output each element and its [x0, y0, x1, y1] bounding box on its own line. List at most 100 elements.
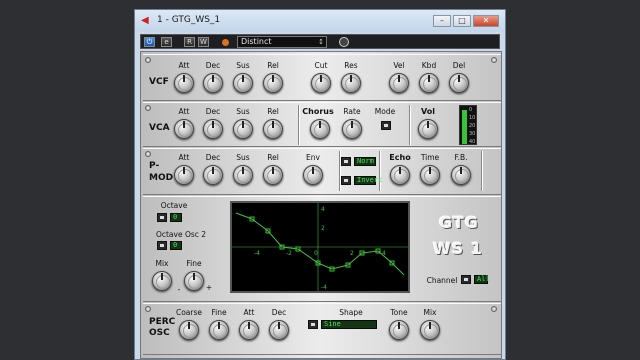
vca-sus-knob[interactable] — [233, 119, 253, 139]
perc-fine-knob[interactable] — [209, 320, 229, 340]
shape-display: Sine — [321, 320, 377, 329]
chorus-knob[interactable] — [310, 119, 330, 139]
fine-label: Fine — [186, 259, 202, 268]
echo-knob[interactable] — [390, 165, 410, 185]
preset-options-icon[interactable] — [339, 37, 349, 47]
pmod-dec-knob[interactable] — [203, 165, 223, 185]
vcf-cut-label: Cut — [314, 61, 328, 70]
perc-mix-knob[interactable] — [420, 320, 440, 340]
preset-name: Distinct — [241, 37, 272, 46]
vca-rel-knob[interactable] — [263, 119, 283, 139]
mode-switch[interactable] — [381, 121, 391, 130]
logo-line2: WS 1 — [433, 239, 483, 258]
preset-arrows-icon[interactable]: ↕ — [318, 37, 324, 47]
perc-fine-label: Fine — [211, 308, 227, 317]
pmod-sus-label: Sus — [236, 153, 250, 162]
norm-display: Norm — [354, 157, 376, 166]
meter-tick: 30 — [469, 131, 476, 137]
rate-knob[interactable] — [342, 119, 362, 139]
vcf-cut-knob[interactable] — [311, 73, 331, 93]
perc-label: PERC — [149, 317, 176, 327]
vcf-res-knob[interactable] — [341, 73, 361, 93]
perc-dec-knob[interactable] — [269, 320, 289, 340]
close-button[interactable]: ✕ — [473, 15, 499, 27]
pmod-section: P- MOD Norm Invert Echo Time F.B. Att Dec… — [143, 148, 501, 195]
tick-label: -4 — [321, 284, 327, 291]
octave-switch[interactable] — [157, 213, 167, 222]
write-automation-button[interactable]: W — [198, 37, 209, 47]
read-automation-button[interactable]: R — [184, 37, 195, 47]
vcf-vel-knob[interactable] — [389, 73, 409, 93]
octave-osc2-display: 0 — [170, 241, 182, 250]
osc-label: OSC — [149, 328, 170, 338]
screw-icon — [491, 57, 497, 63]
vcf-rel-knob[interactable] — [263, 73, 283, 93]
vcf-del-knob[interactable] — [449, 73, 469, 93]
fine-minus-label: - — [177, 285, 181, 294]
pmod-env-knob[interactable] — [303, 165, 323, 185]
pmod-rel-label: Rel — [267, 153, 279, 162]
pmod-rel-knob[interactable] — [263, 165, 283, 185]
perc-att-label: Att — [243, 308, 255, 317]
pmod-label-bottom: MOD — [149, 173, 174, 183]
mix-label: Mix — [155, 259, 169, 268]
vcf-dec-knob[interactable] — [203, 73, 223, 93]
vca-sus-label: Sus — [236, 107, 250, 116]
perc-att-knob[interactable] — [239, 320, 259, 340]
waveshaper-graph[interactable]: -4 -2 0 2 4 4 2 -4 — [230, 201, 410, 293]
plugin-toolbar: ⏻ e R W Distinct ↕ — [140, 34, 500, 49]
time-knob[interactable] — [420, 165, 440, 185]
maximize-button[interactable]: □ — [453, 15, 471, 27]
screw-icon — [145, 151, 151, 157]
vca-rel-label: Rel — [267, 107, 279, 116]
tick-label: -2 — [286, 250, 292, 257]
perc-dec-label: Dec — [271, 308, 287, 317]
edit-button[interactable]: e — [161, 37, 172, 47]
plugin-window: ◀ 1 - GTG_WS_1 – □ ✕ ⏻ e R W Distinct ↕ … — [134, 9, 506, 360]
vol-knob[interactable] — [418, 119, 438, 139]
power-button[interactable]: ⏻ — [144, 37, 155, 47]
preset-selector[interactable]: Distinct ↕ — [237, 36, 327, 48]
pmod-att-knob[interactable] — [174, 165, 194, 185]
shape-switch[interactable] — [308, 320, 318, 329]
channel-display: All — [474, 275, 490, 284]
vcf-del-label: Del — [452, 61, 466, 70]
pmod-label-top: P- — [149, 161, 160, 171]
fb-label: F.B. — [454, 153, 468, 162]
vol-label: Vol — [421, 107, 435, 116]
octave-osc2-switch[interactable] — [157, 241, 167, 250]
pmod-dec-label: Dec — [205, 153, 221, 162]
vcf-att-knob[interactable] — [174, 73, 194, 93]
norm-switch[interactable] — [341, 157, 351, 166]
record-indicator[interactable] — [222, 39, 229, 46]
level-meter: 0 10 20 30 40 — [459, 105, 477, 145]
vcf-section: VCF Att Dec Sus Rel Cut Res Vel Kbd Del — [143, 54, 501, 101]
screw-icon — [145, 105, 151, 111]
divider — [298, 105, 300, 145]
meter-tick: 40 — [469, 139, 476, 145]
perc-coarse-knob[interactable] — [179, 320, 199, 340]
synth-panel: VCF Att Dec Sus Rel Cut Res Vel Kbd Del VCA Chor… — [140, 51, 502, 359]
window-title: 1 - GTG_WS_1 — [157, 15, 221, 25]
pmod-sus-knob[interactable] — [233, 165, 253, 185]
meter-tick: 0 — [469, 107, 473, 113]
waveshaper-curve — [235, 212, 405, 276]
title-bar[interactable]: ◀ 1 - GTG_WS_1 – □ ✕ — [135, 10, 505, 32]
channel-switch[interactable] — [461, 275, 471, 284]
meter-tick: 10 — [469, 115, 476, 121]
echo-label: Echo — [389, 153, 411, 162]
vcf-res-label: Res — [344, 61, 358, 70]
vca-att-knob[interactable] — [174, 119, 194, 139]
invert-switch[interactable] — [341, 176, 351, 185]
invert-display: Invert — [354, 176, 382, 185]
divider — [379, 151, 381, 191]
tick-label: -4 — [254, 250, 260, 257]
tone-knob[interactable] — [389, 320, 409, 340]
waveshaper-plot: -4 -2 0 2 4 4 2 -4 — [232, 203, 408, 291]
minimize-button[interactable]: – — [433, 15, 451, 27]
vca-dec-knob[interactable] — [203, 119, 223, 139]
vcf-kbd-knob[interactable] — [419, 73, 439, 93]
fb-knob[interactable] — [451, 165, 471, 185]
vcf-sus-knob[interactable] — [233, 73, 253, 93]
vcf-dec-label: Dec — [205, 61, 221, 70]
